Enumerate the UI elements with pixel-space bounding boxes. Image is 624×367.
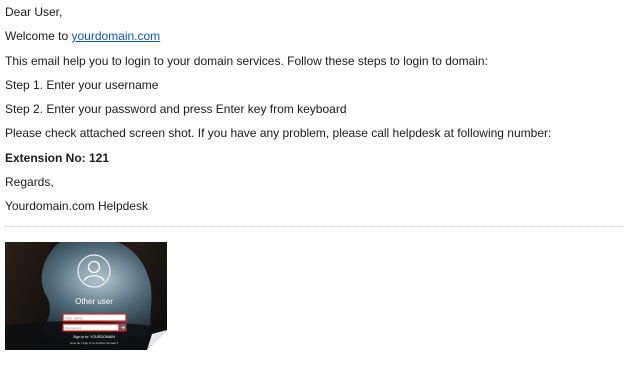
login-screen-image: Other user User name Password Sign in to… [5, 242, 167, 350]
help-link-text: How do I sign in to another domain? [70, 341, 118, 345]
divider [5, 226, 623, 227]
sign-in-domain-text: Sign in to: YOURDOMAIN [73, 335, 115, 339]
email-body: Dear User, Welcome to yourdomain.com Thi… [5, 4, 620, 223]
other-user-label: Other user [75, 297, 113, 306]
greeting-text: Dear User, [5, 5, 63, 19]
welcome-line: Welcome to yourdomain.com [5, 28, 620, 52]
check-screenshot-text: Please check attached screen shot. If yo… [5, 126, 552, 141]
attached-screenshot[interactable]: Other user User name Password Sign in to… [5, 242, 167, 350]
step-1-text: Step 1. Enter your username [5, 77, 159, 92]
domain-link[interactable]: yourdomain.com [71, 29, 160, 43]
intro-text: This email help you to login to your dom… [5, 53, 488, 68]
regards-text: Regards, [5, 175, 54, 190]
extension-number: Extension No: 121 [5, 150, 110, 165]
signature-text: Yourdomain.com Helpdesk [5, 199, 148, 214]
welcome-prefix: Welcome to [5, 29, 72, 44]
password-placeholder: Password [65, 327, 81, 331]
step-2-text: Step 2. Enter your password and press En… [5, 102, 347, 117]
avatar-circle [77, 254, 111, 288]
username-placeholder: User name [65, 317, 83, 321]
